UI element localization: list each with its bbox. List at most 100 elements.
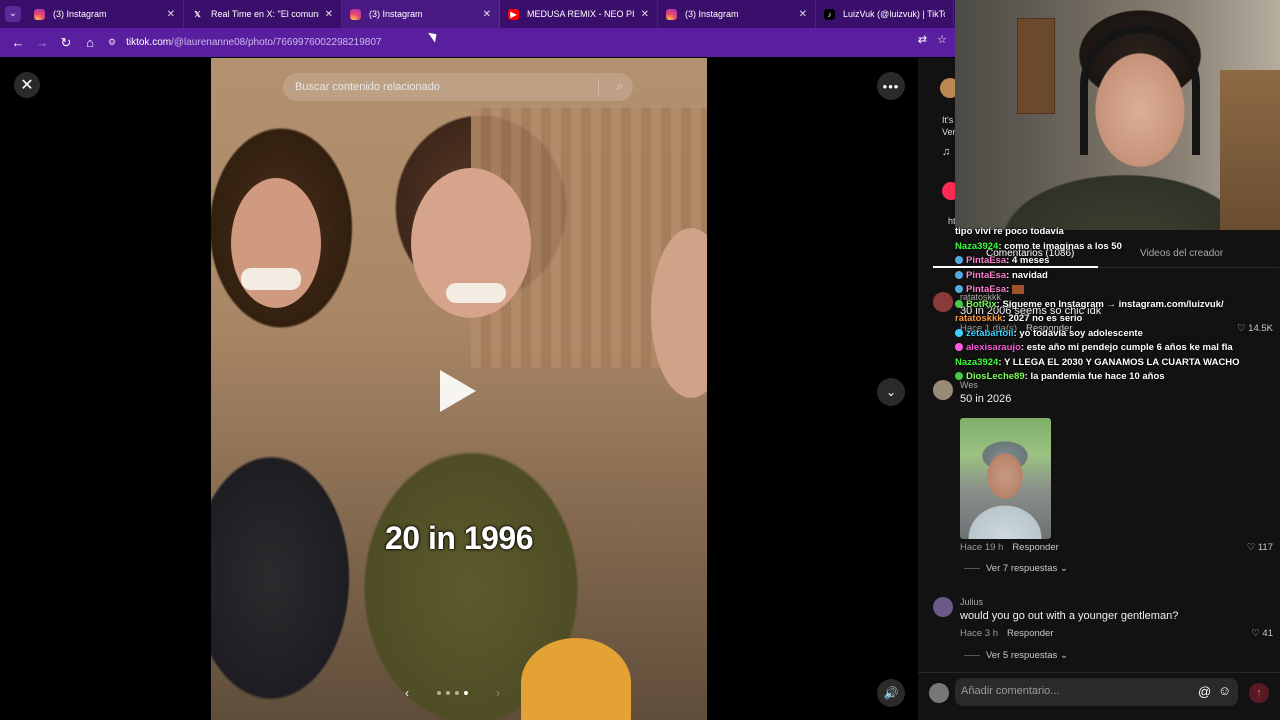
background-door bbox=[1017, 18, 1055, 114]
avatar[interactable] bbox=[933, 597, 953, 617]
chat-text: como te imaginas a los 50 bbox=[1004, 240, 1122, 252]
related-content-search[interactable]: Buscar contenido relacionado ⌕ bbox=[283, 73, 633, 101]
tab-title: (3) Instagram bbox=[53, 9, 107, 19]
reply-button[interactable]: Responder bbox=[1007, 628, 1053, 639]
reload-icon[interactable]: ↻ bbox=[54, 31, 78, 55]
add-comment-input[interactable]: Añadir comentario... bbox=[955, 678, 1238, 706]
close-tab-icon[interactable]: ✕ bbox=[641, 9, 649, 20]
user-avatar bbox=[929, 683, 949, 703]
carousel-dots bbox=[437, 691, 468, 695]
chat-message: PintaEsa: bbox=[955, 283, 1275, 298]
badge-icon bbox=[955, 270, 963, 279]
send-arrow-icon[interactable]: ↑ bbox=[1249, 683, 1269, 703]
browser-tab[interactable]: ♪ LuizVuk (@luizvuk) | TikTok bbox=[816, 0, 954, 28]
comment-text: would you go out with a younger gentlema… bbox=[960, 610, 1179, 622]
back-arrow-icon[interactable]: ← bbox=[6, 31, 30, 55]
close-tab-icon[interactable]: ✕ bbox=[483, 9, 491, 20]
chat-username: DiosLeche89 bbox=[966, 371, 1025, 382]
forward-arrow-icon[interactable]: → bbox=[30, 31, 54, 55]
search-placeholder: Buscar contenido relacionado bbox=[295, 81, 440, 93]
carousel-prev-icon[interactable]: ‹ bbox=[405, 686, 409, 700]
music-note-icon[interactable]: ♫ bbox=[942, 146, 950, 158]
badge-icon bbox=[955, 343, 963, 352]
chat-text: este año mi pendejo cumple 6 años ke mal… bbox=[1026, 342, 1233, 353]
ellipsis-icon: ••• bbox=[882, 78, 900, 94]
media-viewer: ✕ Buscar contenido relacionado ⌕ 20 in 1… bbox=[0, 58, 918, 720]
bot-badge-icon bbox=[955, 299, 963, 308]
comment-image[interactable] bbox=[960, 418, 1051, 539]
comment-item: Wes 50 in 2026 Hace 19 h Responder ♡ 117 … bbox=[933, 380, 1273, 580]
browser-tab[interactable]: (3) Instagram ✕ bbox=[658, 0, 816, 28]
browser-tab[interactable]: ▶ MEDUSA REMIX - NEO PISTEA ✕ bbox=[500, 0, 658, 28]
site-info-icon[interactable]: ⚙ bbox=[108, 37, 116, 48]
url-host: tiktok.com bbox=[126, 37, 172, 48]
tab-title: (3) Instagram bbox=[369, 9, 423, 19]
tab-title: MEDUSA REMIX - NEO PISTEA bbox=[527, 9, 635, 19]
chat-username: alexisaraujo bbox=[966, 342, 1021, 353]
close-tab-icon[interactable]: ✕ bbox=[325, 9, 333, 20]
reply-button[interactable]: Responder bbox=[1012, 542, 1058, 553]
heart-outline-icon: ♡ bbox=[1251, 628, 1263, 639]
bookmark-star-icon[interactable]: ☆ bbox=[937, 33, 947, 46]
tab-search-button[interactable]: ⌄ bbox=[0, 0, 26, 28]
like-count: 41 bbox=[1262, 628, 1273, 639]
carousel-dot[interactable] bbox=[446, 691, 450, 695]
carousel-dot-active[interactable] bbox=[464, 691, 468, 695]
volume-button[interactable]: 🔊 bbox=[877, 679, 905, 707]
emote-icon bbox=[1011, 284, 1024, 294]
view-replies-button[interactable]: Ver 7 respuestas ⌄ bbox=[964, 563, 1068, 574]
play-icon[interactable] bbox=[440, 370, 476, 412]
translate-icon[interactable]: ⇄ bbox=[918, 33, 927, 46]
home-icon[interactable]: ⌂ bbox=[78, 31, 102, 55]
close-tab-icon[interactable]: ✕ bbox=[799, 9, 807, 20]
carousel-next-icon[interactable]: › bbox=[496, 686, 500, 700]
chevron-down-icon: ⌄ bbox=[1059, 563, 1068, 574]
chat-username: ratatoskkk bbox=[955, 313, 1003, 324]
description-snippet: Ver bbox=[942, 127, 956, 137]
badge-icon bbox=[955, 372, 963, 381]
instagram-icon bbox=[666, 8, 677, 20]
heart-outline-icon: ♡ bbox=[1246, 542, 1258, 553]
speaker-icon: 🔊 bbox=[883, 686, 899, 700]
mention-icon[interactable]: @ bbox=[1198, 684, 1211, 699]
carousel-dot[interactable] bbox=[437, 691, 441, 695]
comment-likes[interactable]: ♡ 41 bbox=[1251, 628, 1273, 639]
avatar[interactable] bbox=[933, 380, 953, 400]
browser-tab-active[interactable]: (3) Instagram ✕ bbox=[342, 0, 500, 28]
close-icon: ✕ bbox=[20, 77, 34, 94]
emoji-icon[interactable]: ☺ bbox=[1218, 683, 1231, 698]
browser-tab[interactable]: (3) Instagram ✕ bbox=[26, 0, 184, 28]
badge-icon bbox=[955, 328, 963, 337]
comment-meta: Hace 19 h Responder bbox=[960, 542, 1059, 553]
chat-username: PintaEsa bbox=[966, 284, 1007, 295]
chat-message: PintaEsa: navidad bbox=[955, 269, 1275, 284]
carousel-controls: ‹ › bbox=[405, 686, 500, 700]
url-path: /@laurenanne08/photo/7669976002298219807 bbox=[171, 37, 382, 48]
search-icon[interactable]: ⌕ bbox=[616, 79, 623, 94]
view-replies-button[interactable]: Ver 5 respuestas ⌄ bbox=[964, 650, 1068, 661]
carousel-dot[interactable] bbox=[455, 691, 459, 695]
chat-text: 2027 no es serio bbox=[1008, 313, 1083, 324]
close-tab-icon[interactable]: ✕ bbox=[167, 9, 175, 20]
chat-text: 4 meses bbox=[1011, 255, 1050, 266]
chat-username: PintaEsa bbox=[966, 269, 1007, 281]
close-viewer-button[interactable]: ✕ bbox=[14, 72, 40, 98]
chat-text: yo todavía soy adolescente bbox=[1019, 327, 1143, 339]
badge-icon bbox=[955, 256, 963, 265]
chat-message: BotRix: Sigueme en Instagram → instagram… bbox=[955, 298, 1275, 313]
chat-message: alexisaraujo: este año mi pendejo cumple… bbox=[955, 341, 1275, 356]
comment-likes[interactable]: ♡ 117 bbox=[1247, 542, 1273, 553]
instagram-icon bbox=[34, 8, 45, 20]
x-icon: 𝕏 bbox=[194, 9, 201, 19]
chat-username: zetabartoli bbox=[966, 327, 1014, 339]
stream-chat-overlay: tipo viví re poco todavía Naza3924: como… bbox=[955, 225, 1275, 385]
avatar[interactable] bbox=[933, 292, 953, 312]
comment-username[interactable]: Julius bbox=[960, 597, 983, 607]
more-options-button[interactable]: ••• bbox=[877, 72, 905, 100]
comment-time: Hace 3 h bbox=[960, 628, 999, 639]
next-post-button[interactable]: ⌄ bbox=[877, 378, 905, 406]
url-field[interactable]: ⚙ tiktok.com/@laurenanne08/photo/7669976… bbox=[108, 37, 381, 48]
comment-text: 50 in 2026 bbox=[960, 393, 1012, 405]
browser-tab[interactable]: 𝕏 Real Time en X: "El comunicado ✕ bbox=[184, 0, 342, 28]
view-replies-label: Ver 7 respuestas bbox=[986, 563, 1058, 574]
